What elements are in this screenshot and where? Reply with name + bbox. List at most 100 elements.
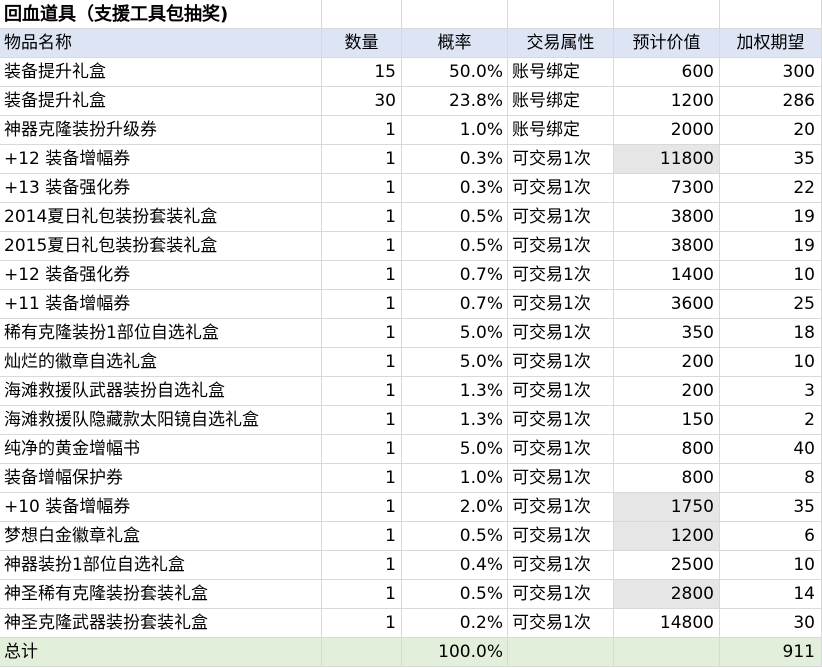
total-value[interactable]	[614, 638, 720, 667]
estimated-value-cell[interactable]: 11800	[614, 145, 720, 174]
quantity-cell[interactable]: 1	[322, 290, 402, 319]
weighted-expectation-cell[interactable]: 286	[720, 87, 822, 116]
quantity-cell[interactable]: 1	[322, 551, 402, 580]
trade-attribute-cell[interactable]: 可交易1次	[508, 609, 614, 638]
trade-attribute-cell[interactable]: 账号绑定	[508, 58, 614, 87]
trade-attribute-cell[interactable]: 可交易1次	[508, 406, 614, 435]
quantity-cell[interactable]: 1	[322, 261, 402, 290]
quantity-cell[interactable]: 1	[322, 377, 402, 406]
total-expectation[interactable]: 911	[720, 638, 822, 667]
quantity-cell[interactable]: 1	[322, 464, 402, 493]
probability-cell[interactable]: 0.2%	[402, 609, 508, 638]
estimated-value-cell[interactable]: 600	[614, 58, 720, 87]
trade-attribute-cell[interactable]: 账号绑定	[508, 87, 614, 116]
quantity-cell[interactable]: 1	[322, 435, 402, 464]
item-name-cell[interactable]: +13 装备强化券	[0, 174, 322, 203]
trade-attribute-cell[interactable]: 可交易1次	[508, 493, 614, 522]
probability-cell[interactable]: 1.3%	[402, 377, 508, 406]
estimated-value-cell[interactable]: 2800	[614, 580, 720, 609]
weighted-expectation-cell[interactable]: 30	[720, 609, 822, 638]
weighted-expectation-cell[interactable]: 6	[720, 522, 822, 551]
quantity-cell[interactable]: 1	[322, 493, 402, 522]
weighted-expectation-cell[interactable]: 2	[720, 406, 822, 435]
quantity-cell[interactable]: 1	[322, 232, 402, 261]
header-weighted-expectation[interactable]: 加权期望	[720, 29, 822, 58]
probability-cell[interactable]: 0.5%	[402, 580, 508, 609]
total-trade[interactable]	[508, 638, 614, 667]
item-name-cell[interactable]: 2014夏日礼包装扮套装礼盒	[0, 203, 322, 232]
trade-attribute-cell[interactable]: 可交易1次	[508, 290, 614, 319]
probability-cell[interactable]: 0.5%	[402, 203, 508, 232]
header-trade-attribute[interactable]: 交易属性	[508, 29, 614, 58]
weighted-expectation-cell[interactable]: 10	[720, 261, 822, 290]
quantity-cell[interactable]: 1	[322, 348, 402, 377]
quantity-cell[interactable]: 1	[322, 116, 402, 145]
weighted-expectation-cell[interactable]: 40	[720, 435, 822, 464]
weighted-expectation-cell[interactable]: 300	[720, 58, 822, 87]
item-name-cell[interactable]: 神圣克隆武器装扮套装礼盒	[0, 609, 322, 638]
probability-cell[interactable]: 0.7%	[402, 261, 508, 290]
estimated-value-cell[interactable]: 200	[614, 348, 720, 377]
cell[interactable]	[322, 0, 402, 29]
quantity-cell[interactable]: 1	[322, 580, 402, 609]
trade-attribute-cell[interactable]: 可交易1次	[508, 203, 614, 232]
estimated-value-cell[interactable]: 3600	[614, 290, 720, 319]
item-name-cell[interactable]: 稀有克隆装扮1部位自选礼盒	[0, 319, 322, 348]
probability-cell[interactable]: 1.0%	[402, 116, 508, 145]
trade-attribute-cell[interactable]: 可交易1次	[508, 232, 614, 261]
item-name-cell[interactable]: +10 装备增幅券	[0, 493, 322, 522]
probability-cell[interactable]: 2.0%	[402, 493, 508, 522]
cell[interactable]	[508, 0, 614, 29]
estimated-value-cell[interactable]: 3800	[614, 203, 720, 232]
weighted-expectation-cell[interactable]: 22	[720, 174, 822, 203]
trade-attribute-cell[interactable]: 可交易1次	[508, 522, 614, 551]
estimated-value-cell[interactable]: 200	[614, 377, 720, 406]
weighted-expectation-cell[interactable]: 10	[720, 551, 822, 580]
trade-attribute-cell[interactable]: 可交易1次	[508, 464, 614, 493]
trade-attribute-cell[interactable]: 账号绑定	[508, 116, 614, 145]
weighted-expectation-cell[interactable]: 25	[720, 290, 822, 319]
item-name-cell[interactable]: 纯净的黄金增幅书	[0, 435, 322, 464]
item-name-cell[interactable]: 海滩救援队武器装扮自选礼盒	[0, 377, 322, 406]
quantity-cell[interactable]: 1	[322, 145, 402, 174]
trade-attribute-cell[interactable]: 可交易1次	[508, 580, 614, 609]
probability-cell[interactable]: 0.5%	[402, 522, 508, 551]
header-item-name[interactable]: 物品名称	[0, 29, 322, 58]
total-probability[interactable]: 100.0%	[402, 638, 508, 667]
item-name-cell[interactable]: 神器装扮1部位自选礼盒	[0, 551, 322, 580]
estimated-value-cell[interactable]: 150	[614, 406, 720, 435]
trade-attribute-cell[interactable]: 可交易1次	[508, 348, 614, 377]
item-name-cell[interactable]: 2015夏日礼包装扮套装礼盒	[0, 232, 322, 261]
weighted-expectation-cell[interactable]: 3	[720, 377, 822, 406]
item-name-cell[interactable]: +11 装备增幅券	[0, 290, 322, 319]
quantity-cell[interactable]: 1	[322, 174, 402, 203]
estimated-value-cell[interactable]: 1200	[614, 522, 720, 551]
cell[interactable]	[720, 0, 822, 29]
total-label[interactable]: 总计	[0, 638, 322, 667]
estimated-value-cell[interactable]: 350	[614, 319, 720, 348]
trade-attribute-cell[interactable]: 可交易1次	[508, 377, 614, 406]
header-probability[interactable]: 概率	[402, 29, 508, 58]
quantity-cell[interactable]: 30	[322, 87, 402, 116]
quantity-cell[interactable]: 15	[322, 58, 402, 87]
trade-attribute-cell[interactable]: 可交易1次	[508, 145, 614, 174]
estimated-value-cell[interactable]: 1400	[614, 261, 720, 290]
item-name-cell[interactable]: 神圣稀有克隆装扮套装礼盒	[0, 580, 322, 609]
probability-cell[interactable]: 0.5%	[402, 232, 508, 261]
estimated-value-cell[interactable]: 7300	[614, 174, 720, 203]
quantity-cell[interactable]: 1	[322, 319, 402, 348]
trade-attribute-cell[interactable]: 可交易1次	[508, 261, 614, 290]
cell[interactable]	[402, 0, 508, 29]
item-name-cell[interactable]: +12 装备强化券	[0, 261, 322, 290]
probability-cell[interactable]: 0.7%	[402, 290, 508, 319]
cell[interactable]	[614, 0, 720, 29]
item-name-cell[interactable]: +12 装备增幅券	[0, 145, 322, 174]
item-name-cell[interactable]: 装备提升礼盒	[0, 58, 322, 87]
total-quantity[interactable]	[322, 638, 402, 667]
trade-attribute-cell[interactable]: 可交易1次	[508, 319, 614, 348]
quantity-cell[interactable]: 1	[322, 609, 402, 638]
item-name-cell[interactable]: 灿烂的徽章自选礼盒	[0, 348, 322, 377]
weighted-expectation-cell[interactable]: 18	[720, 319, 822, 348]
weighted-expectation-cell[interactable]: 10	[720, 348, 822, 377]
weighted-expectation-cell[interactable]: 14	[720, 580, 822, 609]
